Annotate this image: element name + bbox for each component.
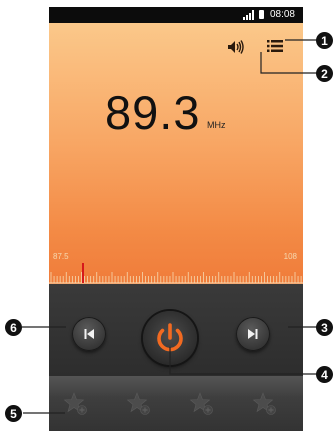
favorite-star-icon[interactable] [252,391,278,417]
seek-forward-button[interactable] [236,317,270,351]
radio-display: 89.3 MHz 87.5 108 [49,23,303,284]
callout-4: 4 [316,366,333,383]
favorite-star-icon[interactable] [126,391,152,417]
callout-2: 2 [316,65,333,82]
volume-icon[interactable] [227,40,245,54]
status-time: 08:08 [269,9,295,20]
seek-back-button[interactable] [72,317,106,351]
list-icon[interactable] [267,39,283,53]
control-panel [49,284,303,376]
status-bar: 08:08 [49,7,303,23]
tuning-scale[interactable] [49,263,303,284]
callout-5: 5 [5,405,22,422]
power-button[interactable] [143,311,197,365]
favorite-star-icon[interactable] [63,391,89,417]
battery-icon [259,10,264,19]
frequency-readout: 89.3 [105,86,201,139]
favorites-bar [49,376,303,431]
favorite-star-icon[interactable] [189,391,215,417]
frequency-unit: MHz [207,120,226,130]
scale-min-label: 87.5 [53,252,69,261]
callout-3: 3 [316,319,333,336]
seek-back-icon [84,329,94,339]
scale-max-label: 108 [283,252,297,261]
callout-1: 1 [316,32,333,49]
phone-screen: 08:08 89.3 MHz 87.5 108 [49,7,303,431]
seek-forward-icon [248,329,258,339]
power-icon [157,323,183,352]
signal-icon [243,10,254,20]
callout-6: 6 [5,319,22,336]
